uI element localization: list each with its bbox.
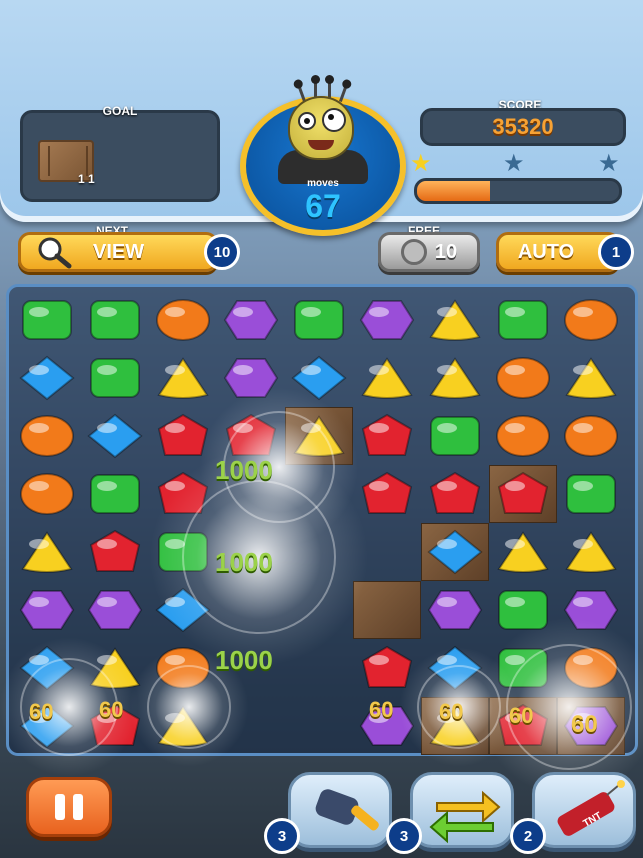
score-popup: 60 bbox=[29, 699, 54, 724]
purple-gem[interactable] bbox=[359, 297, 415, 348]
goal-count: 1 1 bbox=[78, 172, 95, 186]
hammer-booster-button[interactable] bbox=[288, 772, 392, 848]
yellow-gem[interactable] bbox=[563, 355, 619, 406]
character-face bbox=[288, 96, 354, 160]
tnt-booster-button[interactable]: TNT bbox=[532, 772, 636, 848]
orange-gem[interactable] bbox=[563, 297, 619, 348]
hammer-count-badge: 3 bbox=[264, 818, 300, 854]
eye-icon bbox=[298, 112, 316, 130]
score-panel: 35320 bbox=[420, 108, 626, 146]
hammer-icon bbox=[315, 789, 379, 831]
star-icon: ★ bbox=[503, 150, 525, 177]
yellow-gem[interactable] bbox=[427, 297, 483, 348]
green-gem[interactable] bbox=[19, 297, 75, 348]
view-button-label: VIEW bbox=[93, 240, 145, 263]
green-gem[interactable] bbox=[495, 297, 551, 348]
mouth bbox=[308, 140, 334, 150]
yellow-gem[interactable] bbox=[359, 355, 415, 406]
yellow-gem[interactable] bbox=[427, 355, 483, 406]
swap-arrows-icon bbox=[429, 790, 501, 844]
star-icon: ★ bbox=[598, 150, 620, 177]
purple-gem[interactable] bbox=[427, 587, 483, 638]
orange-gem[interactable] bbox=[495, 355, 551, 406]
yellow-gem[interactable] bbox=[495, 529, 551, 580]
red-gem[interactable] bbox=[87, 529, 143, 580]
yellow-gem[interactable] bbox=[19, 529, 75, 580]
swap-booster-button[interactable] bbox=[410, 772, 514, 848]
blue-gem[interactable] bbox=[19, 355, 75, 406]
free-button[interactable]: 10 bbox=[378, 232, 480, 272]
game-board[interactable]: 1000 1000 1000 60 60 60 60 60 60 bbox=[0, 284, 643, 797]
green-gem[interactable] bbox=[291, 297, 347, 348]
yellow-gem[interactable] bbox=[155, 355, 211, 406]
orange-gem[interactable] bbox=[155, 297, 211, 348]
purple-gem[interactable] bbox=[19, 587, 75, 638]
score-popup: 1000 bbox=[215, 455, 273, 485]
tnt-dynamite-icon: TNT bbox=[557, 780, 625, 836]
auto-button-label: AUTO bbox=[517, 240, 575, 263]
moves-value: 67 bbox=[305, 188, 341, 224]
yellow-gem[interactable] bbox=[563, 529, 619, 580]
score-popup: 60 bbox=[369, 697, 394, 722]
eye-icon bbox=[322, 108, 346, 132]
auto-badge: 1 bbox=[598, 234, 634, 270]
blue-gem[interactable] bbox=[87, 413, 143, 464]
magnifier-icon bbox=[38, 237, 72, 269]
score-popup: 1000 bbox=[215, 547, 273, 577]
score-popup: 60 bbox=[509, 703, 534, 728]
score-popup: 60 bbox=[571, 711, 598, 738]
score-popup: 60 bbox=[99, 697, 124, 722]
purple-gem[interactable] bbox=[87, 587, 143, 638]
head-pin bbox=[325, 75, 334, 98]
orange-gem[interactable] bbox=[563, 413, 619, 464]
orange-gem[interactable] bbox=[495, 413, 551, 464]
green-gem[interactable] bbox=[427, 413, 483, 464]
swap-count-badge: 3 bbox=[386, 818, 422, 854]
red-gem[interactable] bbox=[359, 413, 415, 464]
green-gem[interactable] bbox=[87, 355, 143, 406]
score-progress-bar bbox=[414, 178, 622, 204]
score-popup: 60 bbox=[439, 699, 464, 724]
score-popup: 1000 bbox=[215, 645, 273, 675]
orange-gem[interactable] bbox=[19, 471, 75, 522]
coin-icon bbox=[400, 239, 427, 265]
red-gem[interactable] bbox=[427, 471, 483, 522]
green-gem[interactable] bbox=[87, 297, 143, 348]
orange-gem[interactable] bbox=[19, 413, 75, 464]
red-gem[interactable] bbox=[359, 471, 415, 522]
green-gem[interactable] bbox=[87, 471, 143, 522]
goal-label: GOAL bbox=[102, 104, 138, 118]
view-badge: 10 bbox=[204, 234, 240, 270]
free-count: 10 bbox=[434, 240, 458, 263]
view-button[interactable]: VIEW bbox=[18, 232, 218, 272]
red-gem[interactable] bbox=[495, 471, 551, 522]
pause-button[interactable] bbox=[26, 777, 112, 837]
blue-gem[interactable] bbox=[427, 529, 483, 580]
star-icon-earned: ★ bbox=[410, 150, 432, 177]
explosion-ring bbox=[147, 665, 231, 749]
pause-icon bbox=[55, 794, 65, 820]
tnt-count-badge: 2 bbox=[510, 818, 546, 854]
score-progress-fill bbox=[417, 181, 490, 201]
green-gem[interactable] bbox=[563, 471, 619, 522]
score-value: 35320 bbox=[492, 114, 554, 139]
purple-gem[interactable] bbox=[223, 297, 279, 348]
